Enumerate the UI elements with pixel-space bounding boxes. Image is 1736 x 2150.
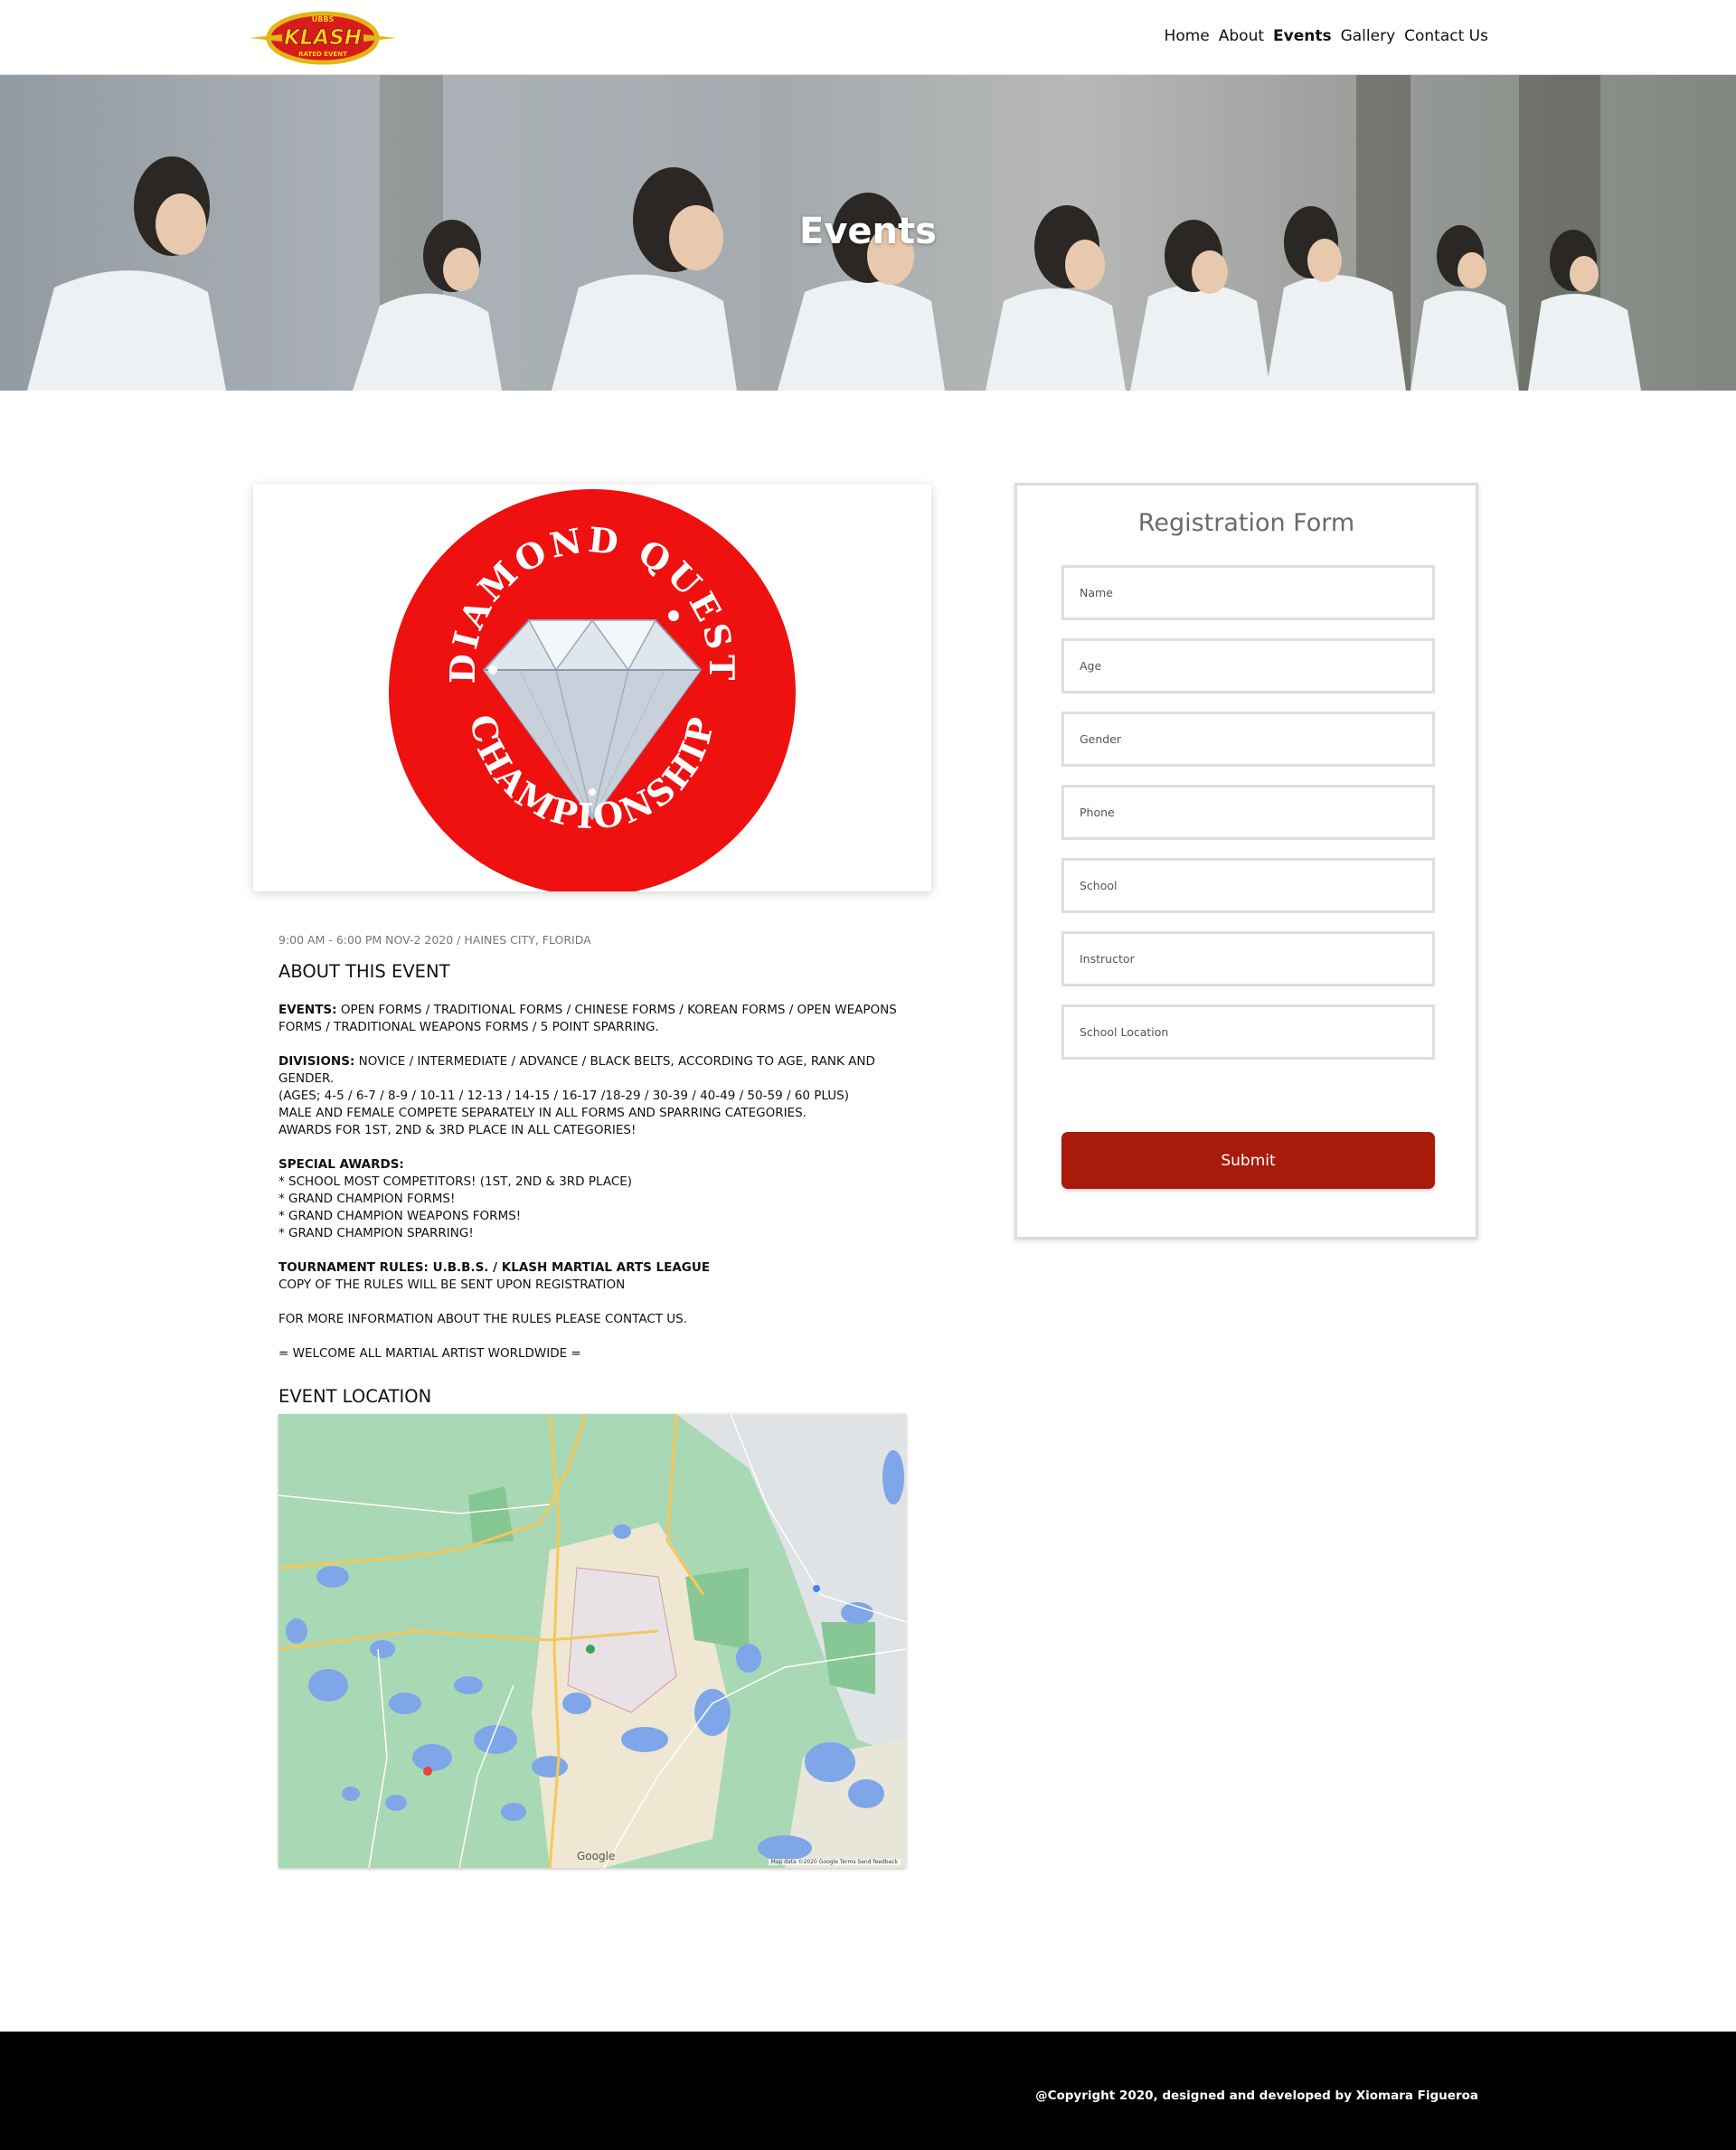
site-footer: @Copyright 2020, designed and developed … bbox=[0, 2032, 1736, 2150]
contact-info-text: FOR MORE INFORMATION ABOUT THE RULES PLE… bbox=[278, 1312, 688, 1326]
submit-button[interactable]: Submit bbox=[1061, 1132, 1435, 1189]
welcome-text: = WELCOME ALL MARTIAL ARTIST WORLDWIDE = bbox=[278, 1346, 581, 1361]
rules-paragraph: TOURNAMENT RULES: U.B.B.S. / KLASH MARTI… bbox=[278, 1259, 911, 1294]
site-header: UBBS KLASH RATED EVENT Home About Events… bbox=[0, 0, 1736, 75]
event-details: 9:00 AM - 6:00 PM NOV-2 2020 / HAINES CI… bbox=[278, 933, 911, 1407]
special-awards-label: SPECIAL AWARDS: bbox=[278, 1157, 404, 1172]
nav-contact-us[interactable]: Contact Us bbox=[1404, 27, 1488, 45]
event-image-card: DIAMOND QUEST CHAMPIONSHIP bbox=[253, 485, 931, 891]
nav-events[interactable]: Events bbox=[1273, 27, 1332, 45]
special-award-item: * GRAND CHAMPION SPARRING! bbox=[278, 1226, 474, 1240]
registration-form: Registration Form Submit bbox=[1014, 483, 1478, 1240]
special-award-item: * GRAND CHAMPION WEAPONS FORMS! bbox=[278, 1209, 522, 1223]
phone-field[interactable] bbox=[1061, 785, 1435, 840]
nav-home[interactable]: Home bbox=[1165, 27, 1210, 45]
registration-form-title: Registration Form bbox=[1137, 509, 1355, 537]
klash-logo[interactable]: UBBS KLASH RATED EVENT bbox=[246, 7, 400, 69]
logo-bottom-text: RATED EVENT bbox=[298, 51, 347, 58]
gender-field[interactable] bbox=[1061, 712, 1435, 767]
logo-top-text: UBBS bbox=[312, 15, 335, 24]
hero-banner: Events bbox=[0, 75, 1736, 391]
divisions-paragraph: DIVISIONS: NOVICE / INTERMEDIATE / ADVAN… bbox=[278, 1053, 911, 1139]
rules-label: TOURNAMENT RULES: U.B.B.S. / KLASH MARTI… bbox=[278, 1260, 711, 1275]
divisions-line: MALE AND FEMALE COMPETE SEPARATELY IN AL… bbox=[278, 1106, 807, 1120]
school-field[interactable] bbox=[1061, 858, 1435, 913]
event-meta: 9:00 AM - 6:00 PM NOV-2 2020 / HAINES CI… bbox=[278, 933, 591, 947]
school-location-field[interactable] bbox=[1061, 1004, 1435, 1060]
event-location-map[interactable]: Google Map data ©2020 Google Terms Send … bbox=[278, 1414, 906, 1868]
divisions-text: NOVICE / INTERMEDIATE / ADVANCE / BLACK … bbox=[278, 1054, 875, 1086]
event-location-title: EVENT LOCATION bbox=[278, 1386, 432, 1407]
logo-main-text: KLASH bbox=[284, 26, 362, 50]
nav-gallery[interactable]: Gallery bbox=[1341, 27, 1396, 45]
instructor-field[interactable] bbox=[1061, 931, 1435, 986]
divisions-line: AWARDS FOR 1ST, 2ND & 3RD PLACE IN ALL C… bbox=[278, 1123, 637, 1137]
map-attribution[interactable]: Map data ©2020 Google Terms Send feedbac… bbox=[768, 1859, 901, 1865]
rules-text: COPY OF THE RULES WILL BE SENT UPON REGI… bbox=[278, 1278, 626, 1292]
events-paragraph: EVENTS: OPEN FORMS / TRADITIONAL FORMS /… bbox=[278, 1002, 911, 1036]
special-award-item: * GRAND CHAMPION FORMS! bbox=[278, 1192, 456, 1206]
events-label: EVENTS: bbox=[278, 1003, 337, 1017]
divisions-line: (AGES; 4-5 / 6-7 / 8-9 / 10-11 / 12-13 /… bbox=[278, 1089, 849, 1103]
about-event-title: ABOUT THIS EVENT bbox=[278, 961, 450, 982]
name-field[interactable] bbox=[1061, 565, 1435, 620]
map-tiles bbox=[278, 1414, 906, 1868]
map-google-label: Google bbox=[577, 1850, 616, 1862]
nav-about[interactable]: About bbox=[1219, 27, 1264, 45]
events-text: OPEN FORMS / TRADITIONAL FORMS / CHINESE… bbox=[278, 1003, 897, 1034]
special-awards-paragraph: SPECIAL AWARDS: * SCHOOL MOST COMPETITOR… bbox=[278, 1156, 911, 1242]
age-field[interactable] bbox=[1061, 638, 1435, 693]
main-nav: Home About Events Gallery Contact Us bbox=[1165, 27, 1488, 45]
hero-title: Events bbox=[799, 211, 937, 252]
special-award-item: * SCHOOL MOST COMPETITORS! (1ST, 2ND & 3… bbox=[278, 1174, 633, 1189]
diamond-quest-logo: DIAMOND QUEST CHAMPIONSHIP bbox=[389, 489, 796, 891]
divisions-label: DIVISIONS: bbox=[278, 1054, 355, 1069]
copyright-text: @Copyright 2020, designed and developed … bbox=[1035, 2089, 1478, 2103]
